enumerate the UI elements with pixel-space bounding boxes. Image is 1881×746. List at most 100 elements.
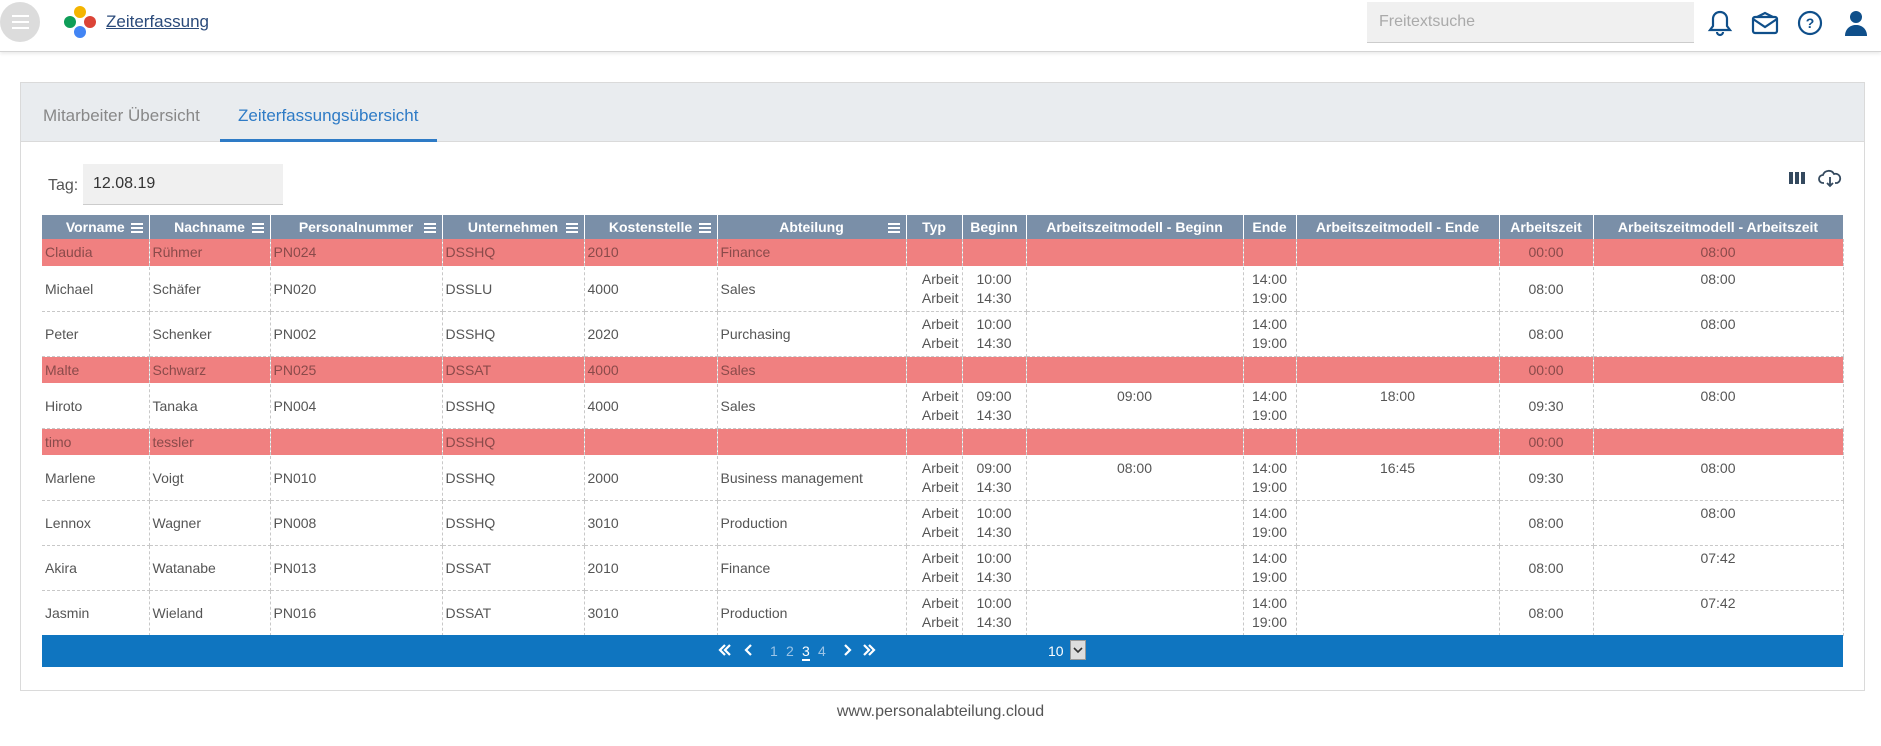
prev-page-icon[interactable] — [744, 643, 754, 660]
cell-az-ende — [1296, 311, 1500, 357]
cell-kostenstelle: 4000 — [584, 383, 718, 429]
cell-vorname: timo — [42, 428, 150, 456]
table-row[interactable]: Malte Schwarz PN025 DSSAT 4000 Sales 00:00 — [42, 356, 1844, 384]
cell-az-beginn — [1026, 311, 1244, 357]
day-input[interactable] — [83, 164, 283, 205]
cloud-download-icon[interactable] — [1818, 167, 1842, 189]
cell-ende: 14:00 19:00 — [1243, 500, 1297, 546]
col-header-abteilung[interactable]: Abteilung — [717, 215, 907, 239]
col-header-ende[interactable]: Ende — [1243, 215, 1297, 239]
cell-kostenstelle: 3010 — [584, 590, 718, 636]
table-row[interactable]: Hiroto Tanaka PN004 DSSHQ 4000 Sales Arbeit Arb… — [42, 383, 1844, 429]
cell-az-beginn: 09:00 — [1026, 383, 1244, 429]
page-2[interactable]: 2 — [786, 643, 794, 659]
col-header-unternehmen[interactable]: Unternehmen — [442, 215, 585, 239]
cell-typ — [906, 356, 963, 384]
cell-arbeitszeit: 00:00 — [1499, 356, 1594, 384]
col-header-az-arbeitszeit[interactable]: Arbeitszeitmodell - Arbeitszeit — [1593, 215, 1844, 239]
cell-vorname: Claudia — [42, 239, 150, 267]
cell-vorname: Peter — [42, 311, 150, 357]
column-menu-icon[interactable] — [423, 223, 436, 235]
table-row[interactable]: Peter Schenker PN002 DSSHQ 2020 Purchasing Arb… — [42, 311, 1844, 357]
tab-zeiterfassungsuebersicht[interactable]: Zeiterfassungsübersicht — [238, 106, 418, 126]
cell-arbeitszeit: 00:00 — [1499, 428, 1594, 456]
cell-ende: 14:00 19:00 — [1243, 383, 1297, 429]
col-header-az-beginn[interactable]: Arbeitszeitmodell - Beginn — [1026, 215, 1244, 239]
cell-az-ende — [1296, 239, 1500, 267]
cell-az-beginn — [1026, 356, 1244, 384]
cell-arbeitszeit: 08:00 — [1499, 311, 1594, 357]
column-menu-icon[interactable] — [698, 223, 711, 235]
cell-kostenstelle: 3010 — [584, 500, 718, 546]
table-row[interactable]: Michael Schäfer PN020 DSSLU 4000 Sales Arbeit A… — [42, 266, 1844, 312]
page-size-value: 10 — [1048, 643, 1064, 659]
cell-nachname: Tanaka — [149, 383, 271, 429]
tab-bar: Mitarbeiter Übersicht Zeiterfassungsüber… — [21, 83, 1864, 142]
table-row[interactable]: Akira Watanabe PN013 DSSAT 2010 Finance Arbeit… — [42, 545, 1844, 591]
table-header-row: Vorname Nachname Personalnummer Unterneh… — [42, 215, 1844, 239]
help-icon[interactable]: ? — [1795, 8, 1825, 38]
table-row[interactable]: Marlene Voigt PN010 DSSHQ 2000 Business manag… — [42, 455, 1844, 501]
table-row[interactable]: timo tessler DSSHQ 00:00 — [42, 428, 1844, 456]
cell-kostenstelle: 2010 — [584, 545, 718, 591]
table-row[interactable]: Claudia Rühmer PN024 DSSHQ 2010 Finance 00:00 0… — [42, 239, 1844, 267]
user-icon[interactable] — [1841, 8, 1871, 38]
cell-az-ende — [1296, 428, 1500, 456]
bell-icon[interactable] — [1705, 8, 1735, 38]
col-header-az-ende[interactable]: Arbeitszeitmodell - Ende — [1296, 215, 1500, 239]
day-label: Tag: — [48, 177, 79, 194]
tab-mitarbeiter-uebersicht[interactable]: Mitarbeiter Übersicht — [43, 106, 200, 126]
column-menu-icon[interactable] — [130, 223, 143, 235]
menu-button[interactable] — [0, 2, 40, 42]
cell-nachname: Wieland — [149, 590, 271, 636]
cell-az-beginn — [1026, 428, 1244, 456]
page-3-current[interactable]: 3 — [802, 643, 810, 661]
cell-arbeitszeit: 09:30 — [1499, 383, 1594, 429]
cell-beginn: 10:00 14:30 — [962, 311, 1027, 357]
footer-url: www.personalabteilung.cloud — [836, 703, 1045, 720]
cell-az-arbeitszeit: 07:42 — [1593, 545, 1844, 591]
table-row[interactable]: Jasmin Wieland PN016 DSSAT 3010 Production Arb… — [42, 590, 1844, 636]
first-page-icon[interactable] — [718, 643, 732, 660]
cell-az-ende — [1296, 356, 1500, 384]
column-menu-icon[interactable] — [887, 223, 900, 235]
cell-abteilung: Production — [717, 590, 907, 636]
app-title-link[interactable]: Zeiterfassung — [106, 12, 209, 32]
column-menu-icon[interactable] — [565, 223, 578, 235]
col-header-beginn[interactable]: Beginn — [962, 215, 1027, 239]
col-header-vorname[interactable]: Vorname — [42, 215, 150, 239]
cell-kostenstelle: 2020 — [584, 311, 718, 357]
columns-icon[interactable] — [1785, 167, 1809, 189]
cell-vorname: Marlene — [42, 455, 150, 501]
cell-az-ende — [1296, 500, 1500, 546]
column-menu-icon[interactable] — [251, 223, 264, 235]
cell-abteilung: Production — [717, 500, 907, 546]
last-page-icon[interactable] — [862, 643, 876, 660]
cell-unternehmen: DSSHQ — [442, 383, 585, 429]
col-header-typ[interactable]: Typ — [906, 215, 963, 239]
cell-abteilung: Purchasing — [717, 311, 907, 357]
cell-az-ende — [1296, 266, 1500, 312]
cell-az-ende — [1296, 545, 1500, 591]
hamburger-icon — [11, 13, 29, 31]
col-header-nachname[interactable]: Nachname — [149, 215, 271, 239]
page-4[interactable]: 4 — [818, 643, 826, 659]
cell-abteilung: Business management — [717, 455, 907, 501]
cell-az-arbeitszeit: 07:42 — [1593, 590, 1844, 636]
page-size-select[interactable] — [1070, 640, 1086, 660]
mail-icon[interactable] — [1750, 8, 1780, 38]
table-row[interactable]: Lennox Wagner PN008 DSSHQ 3010 Production Arbe… — [42, 500, 1844, 546]
cell-typ — [906, 239, 963, 267]
col-header-arbeitszeit[interactable]: Arbeitszeit — [1499, 215, 1594, 239]
svg-text:?: ? — [1806, 15, 1815, 31]
cell-personalnummer: PN002 — [270, 311, 443, 357]
next-page-icon[interactable] — [842, 643, 852, 660]
cell-unternehmen: DSSHQ — [442, 500, 585, 546]
search-input[interactable] — [1367, 2, 1694, 43]
cell-vorname: Akira — [42, 545, 150, 591]
col-header-personalnummer[interactable]: Personalnummer — [270, 215, 443, 239]
chevron-down-icon — [1073, 647, 1083, 654]
page-1[interactable]: 1 — [770, 643, 778, 659]
col-header-kostenstelle[interactable]: Kostenstelle — [584, 215, 718, 239]
cell-az-beginn — [1026, 239, 1244, 267]
